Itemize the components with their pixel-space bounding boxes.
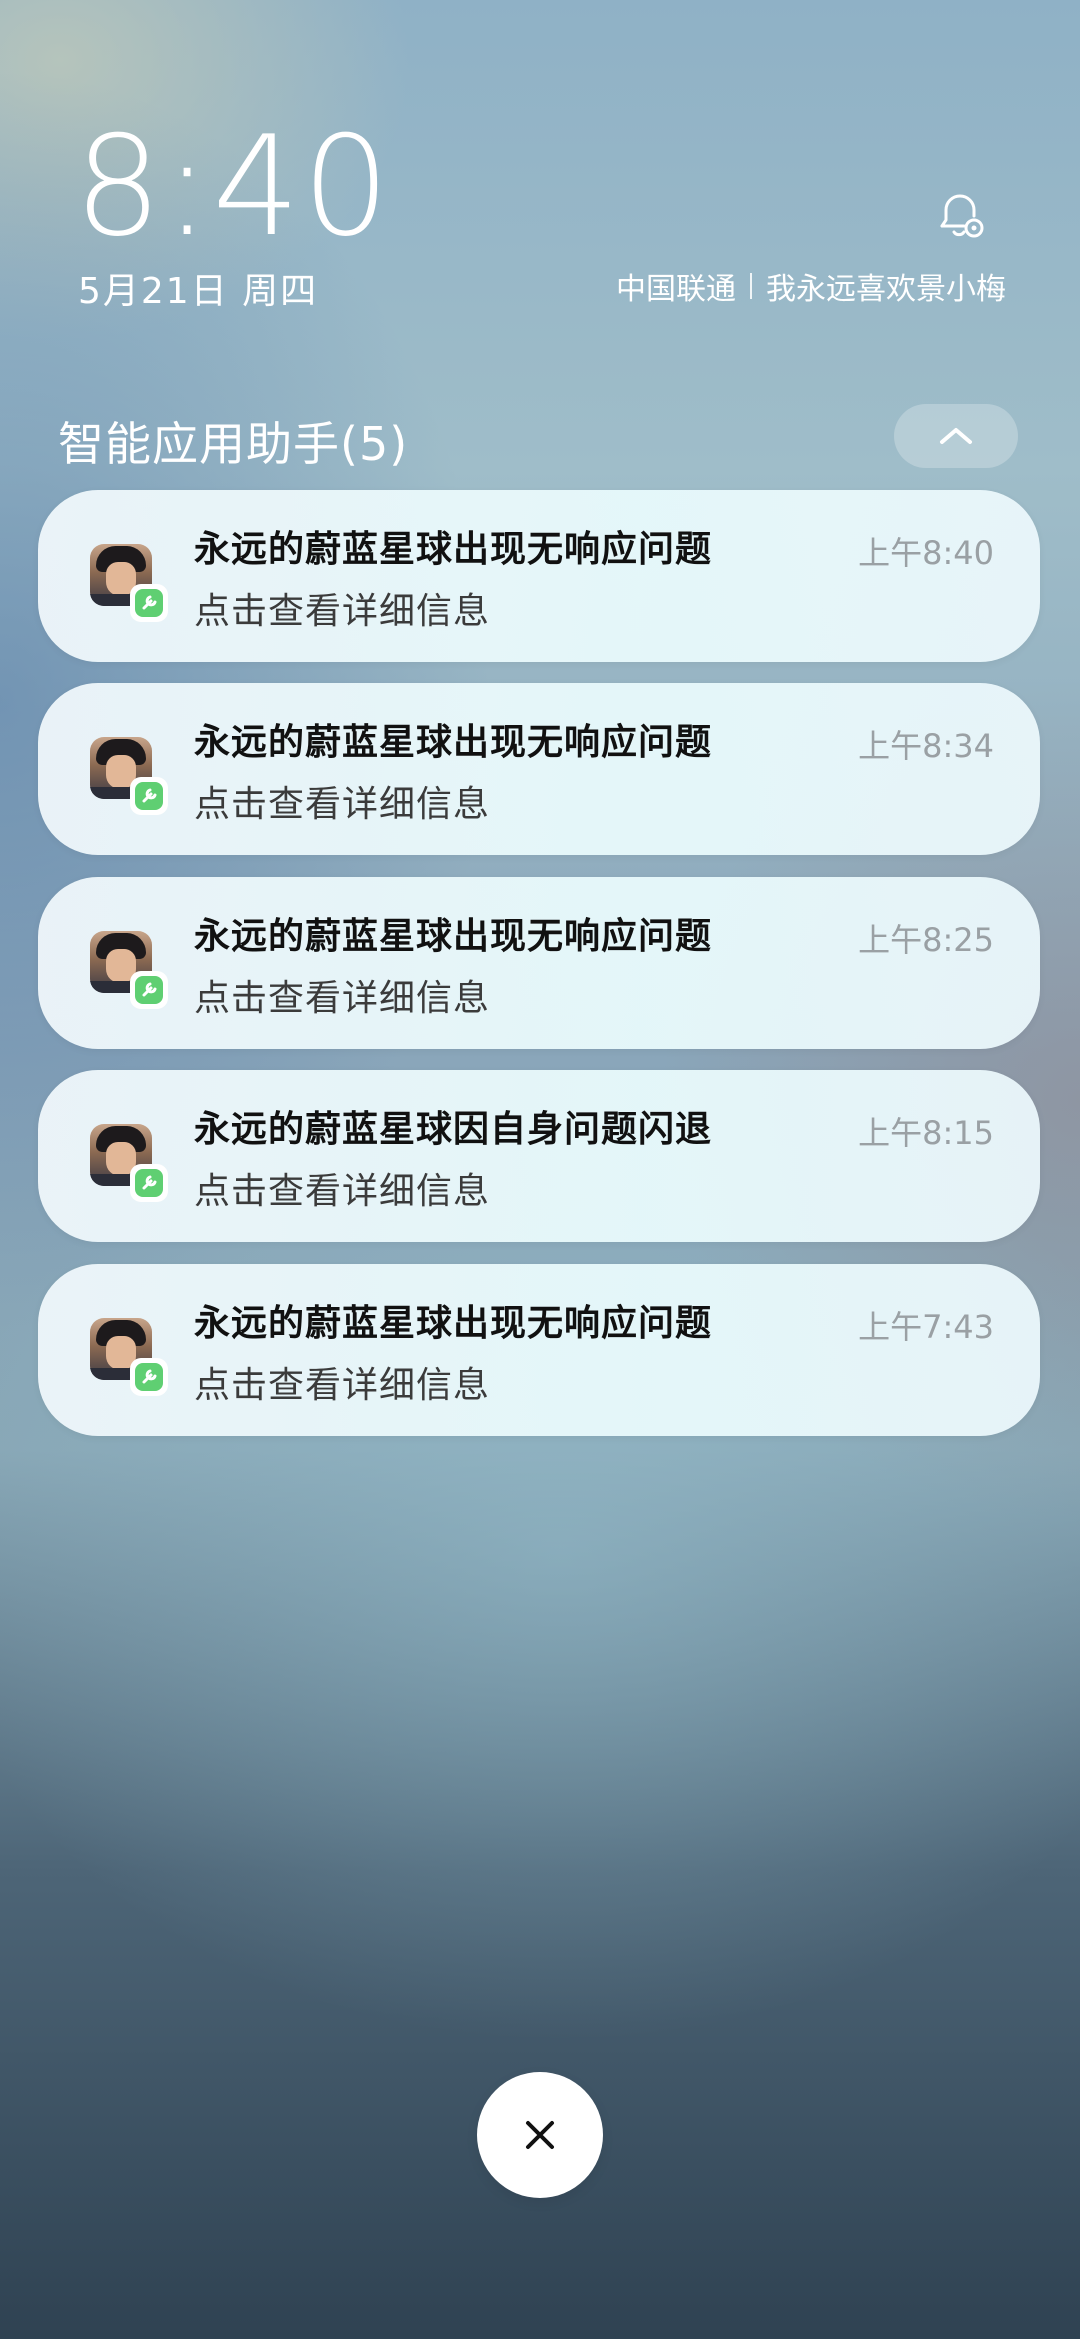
close-icon: [526, 2121, 554, 2149]
notification-card[interactable]: 永远的蔚蓝星球出现无响应问题 点击查看详细信息 上午7:43: [38, 1264, 1040, 1436]
carrier-info: 中国联通 我永远喜欢景小梅: [616, 264, 1006, 308]
notification-card[interactable]: 永远的蔚蓝星球因自身问题闪退 点击查看详细信息 上午8:15: [38, 1070, 1040, 1242]
notification-card[interactable]: 永远的蔚蓝星球出现无响应问题 点击查看详细信息 上午8:25: [38, 877, 1040, 1049]
wrench-icon: [130, 777, 168, 815]
notification-body: 点击查看详细信息: [194, 1171, 491, 1212]
notification-card[interactable]: 永远的蔚蓝星球出现无响应问题 点击查看详细信息 上午8:40: [38, 490, 1040, 662]
carrier-name: 中国联通: [616, 272, 736, 307]
clear-notifications-button[interactable]: [477, 2072, 603, 2198]
notification-time: 上午8:40: [858, 534, 994, 572]
wrench-icon: [130, 971, 168, 1009]
notification-title: 永远的蔚蓝星球出现无响应问题: [194, 529, 713, 570]
wrench-icon: [130, 1164, 168, 1202]
wrench-icon: [130, 584, 168, 622]
lockscreen-clock: 8:40: [74, 106, 392, 267]
notification-time: 上午8:15: [858, 1114, 994, 1152]
owner-text: 我永远喜欢景小梅: [766, 272, 1006, 307]
notification-time: 上午8:25: [858, 921, 994, 959]
notification-time: 上午7:43: [858, 1308, 994, 1346]
collapse-group-button[interactable]: [894, 404, 1018, 468]
notification-body: 点击查看详细信息: [194, 1365, 491, 1406]
notification-time: 上午8:34: [858, 727, 994, 765]
bell-settings-icon[interactable]: [930, 186, 990, 246]
notification-title: 永远的蔚蓝星球出现无响应问题: [194, 722, 713, 763]
notification-title: 永远的蔚蓝星球出现无响应问题: [194, 916, 713, 957]
notification-body: 点击查看详细信息: [194, 978, 491, 1019]
notification-title: 永远的蔚蓝星球因自身问题闪退: [194, 1109, 713, 1150]
notification-body: 点击查看详细信息: [194, 591, 491, 632]
notification-group-title: 智能应用助手(5): [58, 417, 409, 471]
wrench-icon: [130, 1358, 168, 1396]
lockscreen-date: 5月21日 周四: [78, 271, 319, 312]
notification-body: 点击查看详细信息: [194, 784, 491, 825]
chevron-up-icon: [940, 428, 972, 444]
notification-title: 永远的蔚蓝星球出现无响应问题: [194, 1303, 713, 1344]
carrier-divider: [750, 273, 752, 299]
notification-card[interactable]: 永远的蔚蓝星球出现无响应问题 点击查看详细信息 上午8:34: [38, 683, 1040, 855]
